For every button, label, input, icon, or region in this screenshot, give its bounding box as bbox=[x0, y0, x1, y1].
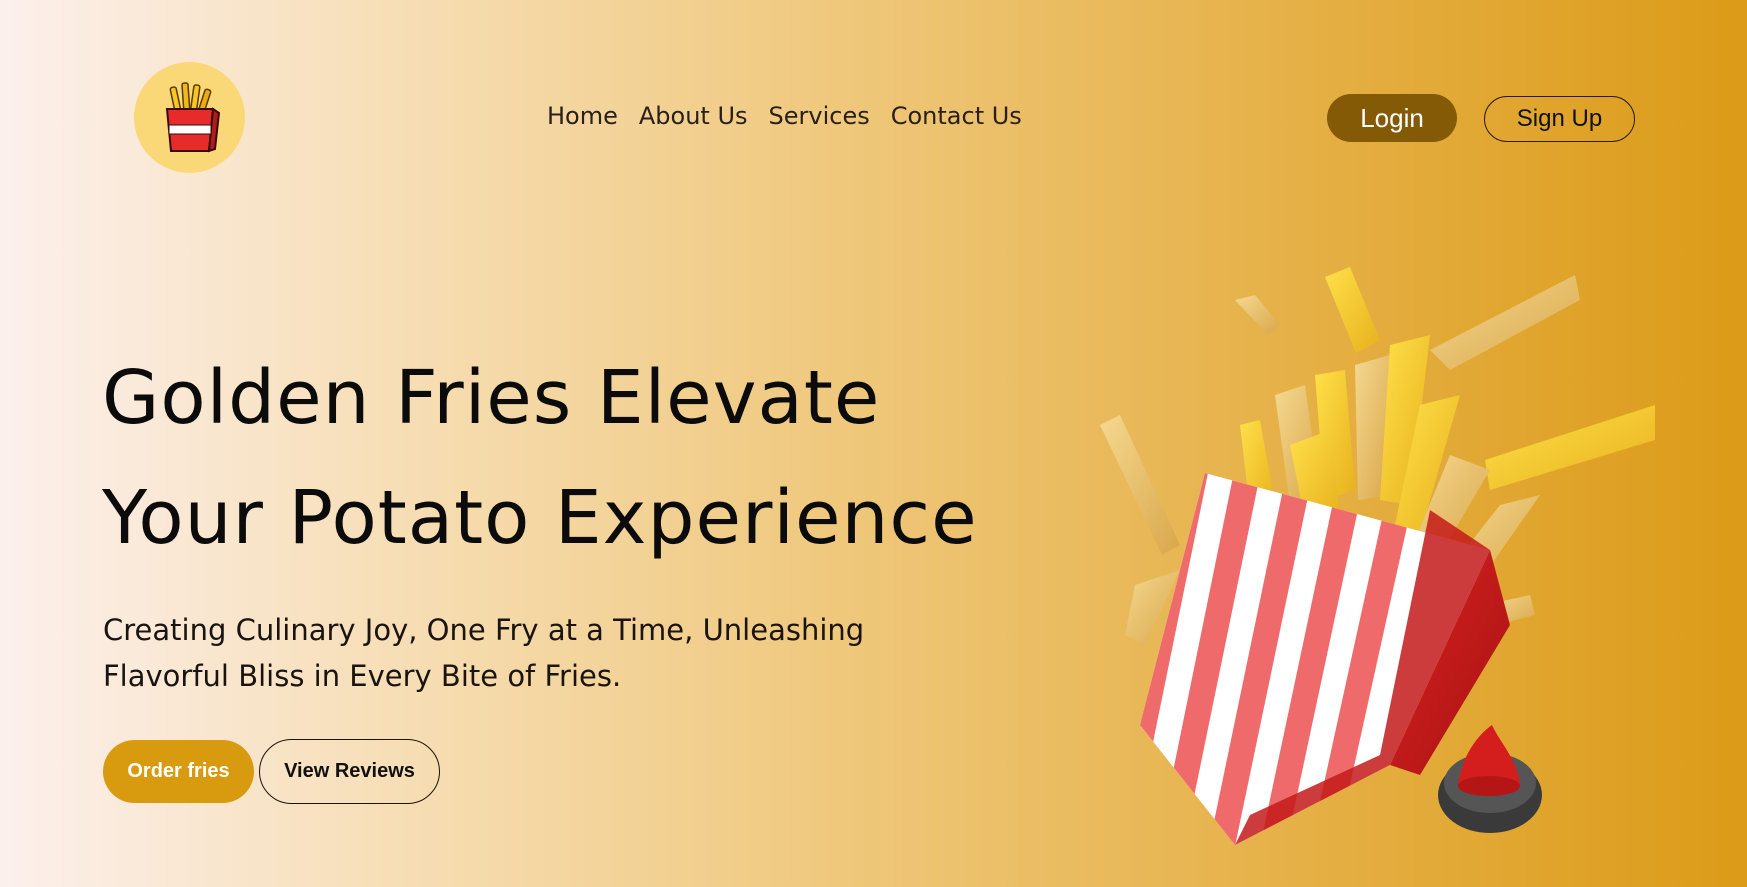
brand-logo[interactable] bbox=[134, 62, 245, 173]
fries-cone-illustration bbox=[1100, 267, 1655, 845]
nav-services[interactable]: Services bbox=[769, 102, 870, 130]
view-reviews-button[interactable]: View Reviews bbox=[259, 739, 440, 804]
order-fries-button[interactable]: Order fries bbox=[103, 740, 254, 803]
nav-home[interactable]: Home bbox=[547, 102, 618, 130]
hero-subtitle-line-2: Flavorful Bliss in Every Bite of Fries. bbox=[103, 659, 622, 693]
hero-subtitle: Creating Culinary Joy, One Fry at a Time… bbox=[103, 607, 923, 699]
main-nav: Home About Us Services Contact Us bbox=[547, 102, 1022, 130]
hero-title-line-2: Your Potato Experience bbox=[102, 475, 978, 561]
hero-subtitle-line-1: Creating Culinary Joy, One Fry at a Time… bbox=[103, 613, 865, 647]
fries-box-icon bbox=[165, 81, 220, 152]
login-button[interactable]: Login bbox=[1327, 94, 1457, 142]
nav-contact-us[interactable]: Contact Us bbox=[891, 102, 1022, 130]
nav-about-us[interactable]: About Us bbox=[639, 102, 748, 130]
hero-title: Golden Fries Elevate Your Potato Experie… bbox=[102, 338, 1062, 578]
signup-button[interactable]: Sign Up bbox=[1484, 96, 1635, 142]
hero-title-line-1: Golden Fries Elevate bbox=[102, 355, 881, 441]
